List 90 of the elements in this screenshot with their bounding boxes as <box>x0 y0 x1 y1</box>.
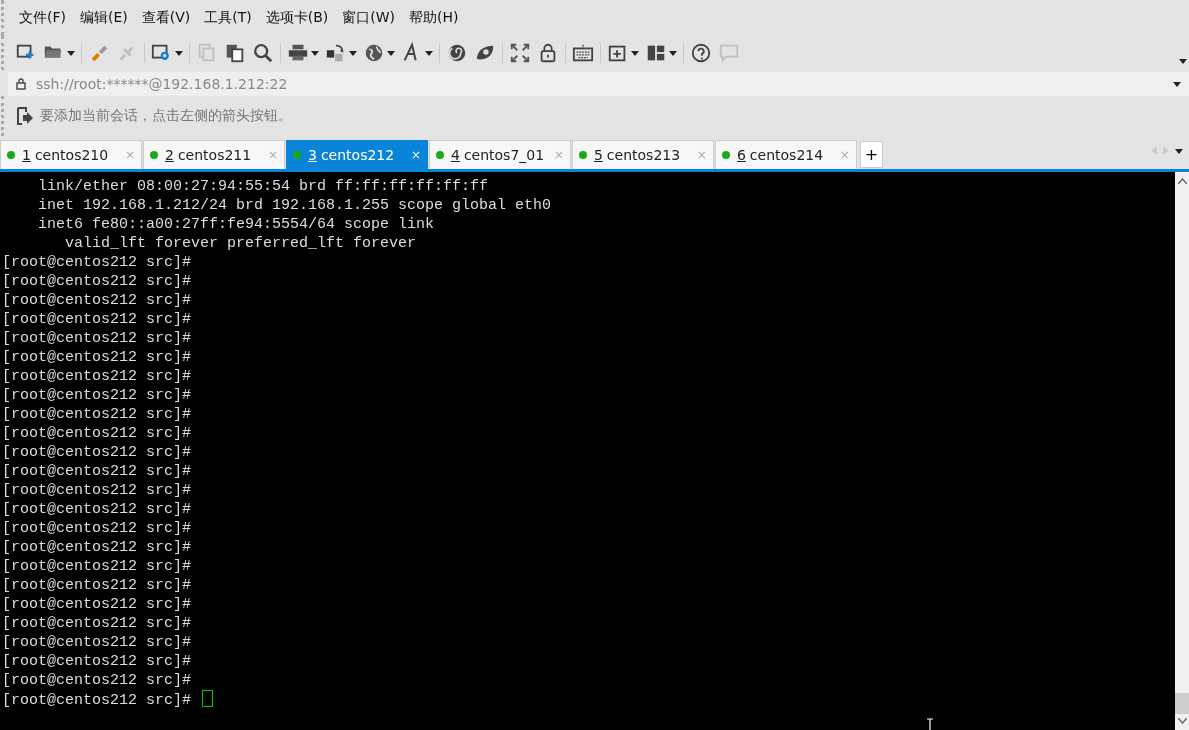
close-button[interactable]: × <box>410 148 421 162</box>
terminal-line: [root@centos212 src]# <box>2 443 192 462</box>
terminal-line: valid_lft forever preferred_lft forever <box>64 234 417 253</box>
scroll-up-icon[interactable] <box>1177 178 1187 184</box>
swirl-icon <box>446 42 468 64</box>
menu-item[interactable]: 查看(V) <box>134 9 198 27</box>
scrollbar-thumb[interactable] <box>1175 693 1189 714</box>
caret-icon <box>349 50 357 56</box>
caret-icon <box>425 50 433 56</box>
terminal-line: [root@centos212 src]# <box>2 462 192 481</box>
status-dot <box>150 151 158 159</box>
caret-icon <box>631 50 639 56</box>
new-tab-button[interactable]: + <box>859 141 883 168</box>
status-dot <box>292 151 301 159</box>
terminal-line: [root@centos212 src]# <box>2 253 192 272</box>
tab-title: centos210 <box>34 147 110 163</box>
tab[interactable]: 5 centos213 × <box>571 140 714 169</box>
terminal-line: [root@centos212 src]# <box>2 310 192 329</box>
help-icon <box>690 42 712 64</box>
terminal-line: [root@centos212 src]# <box>2 538 192 557</box>
tab-title: centos212 <box>320 147 396 163</box>
terminal-line: [root@centos212 src]# <box>2 329 192 348</box>
tab-number: 1 <box>22 147 31 163</box>
hint-text: 要添加当前会话，点击左侧的箭头按钮。 <box>40 107 292 125</box>
terminal-panel[interactable] <box>0 172 1175 730</box>
terminal-line: [root@centos212 src]# <box>2 500 192 519</box>
caret-icon[interactable] <box>1173 81 1181 87</box>
tab-title: centos214 <box>749 147 825 163</box>
terminal-line: [root@centos212 src]# <box>2 348 192 367</box>
status-dot <box>7 151 15 159</box>
terminal-line: inet6 fe80::a00:27ff:fe94:5554/64 scope link <box>37 215 435 234</box>
cursor <box>202 690 214 707</box>
search-icon <box>252 42 274 64</box>
scrollbar[interactable] <box>1175 172 1189 730</box>
tab[interactable]: 1 centos210 × <box>0 140 142 169</box>
terminal-line: [root@centos212 src]# <box>2 291 192 310</box>
terminal-line: [root@centos212 src]# <box>2 690 214 710</box>
terminal-line: [root@centos212 src]# <box>2 652 192 671</box>
terminal-line: [root@centos212 src]# <box>2 405 192 424</box>
menu-item[interactable]: 工具(T) <box>197 9 259 27</box>
chat-icon <box>718 42 740 64</box>
terminal-line: link/ether 08:00:27:94:55:54 brd ff:ff:ff:ff:ff:ff <box>37 177 489 196</box>
menu-item[interactable]: 帮助(H) <box>402 9 466 27</box>
tab-title: centos211 <box>177 147 253 163</box>
caret-icon[interactable] <box>1179 59 1187 64</box>
caret-icon[interactable] <box>1175 149 1183 154</box>
terminal-line: [root@centos212 src]# <box>2 272 192 291</box>
terminal-line: [root@centos212 src]# <box>2 386 192 405</box>
tab[interactable]: 3 centos212 × <box>285 140 428 169</box>
keyboard-icon <box>572 42 594 64</box>
status-dot <box>435 151 444 159</box>
caret-icon <box>669 50 677 56</box>
tab-number: 3 <box>307 147 317 163</box>
caret-icon <box>67 50 75 56</box>
tab-number: 5 <box>593 147 603 163</box>
terminal-line: [root@centos212 src]# <box>2 633 192 652</box>
terminal-line: [root@centos212 src]# <box>2 576 192 595</box>
caret-icon <box>175 50 183 56</box>
globe-icon <box>363 42 385 64</box>
terminal-line: [root@centos212 src]# <box>2 519 192 538</box>
arrow-icon[interactable] <box>16 106 34 126</box>
terminal-line: [root@centos212 src]# <box>2 424 192 443</box>
tab-title: centos7_01 <box>463 147 546 163</box>
tab[interactable]: 2 centos211 × <box>143 140 285 169</box>
tab[interactable]: 6 centos214 × <box>714 140 857 169</box>
terminal-line: [root@centos212 src]# <box>2 367 192 386</box>
terminal-line: [root@centos212 src]# <box>2 595 192 614</box>
tab-number: 4 <box>450 147 460 163</box>
terminal-line: [root@centos212 src]# <box>2 481 192 500</box>
lock-icon <box>16 78 26 90</box>
tab-number: 2 <box>165 147 174 163</box>
paste-icon <box>224 42 246 64</box>
terminal-line: inet 192.168.1.212/24 brd 192.168.1.255 scope global eth0 <box>37 196 552 215</box>
terminal-line: [root@centos212 src]# <box>2 557 192 576</box>
menu-item[interactable]: 编辑(E) <box>73 9 135 27</box>
status-dot <box>578 151 587 159</box>
menu-item[interactable]: 选项卡(B) <box>258 9 336 27</box>
tab-title: centos213 <box>606 147 682 163</box>
text-cursor-icon <box>926 718 934 730</box>
menu-item[interactable]: 文件(F) <box>12 9 73 27</box>
status-dot <box>721 151 730 159</box>
caret-icon <box>387 50 395 56</box>
scroll-down-icon[interactable] <box>1177 718 1187 724</box>
tab-number: 6 <box>736 147 746 163</box>
terminal-line: [root@centos212 src]# <box>2 671 192 690</box>
caret-icon <box>311 50 319 56</box>
fullscreen-icon <box>509 42 531 64</box>
terminal-line: [root@centos212 src]# <box>2 614 192 633</box>
tab[interactable]: 4 centos7_01 × <box>428 140 571 169</box>
menu-item[interactable]: 窗口(W) <box>335 9 403 27</box>
